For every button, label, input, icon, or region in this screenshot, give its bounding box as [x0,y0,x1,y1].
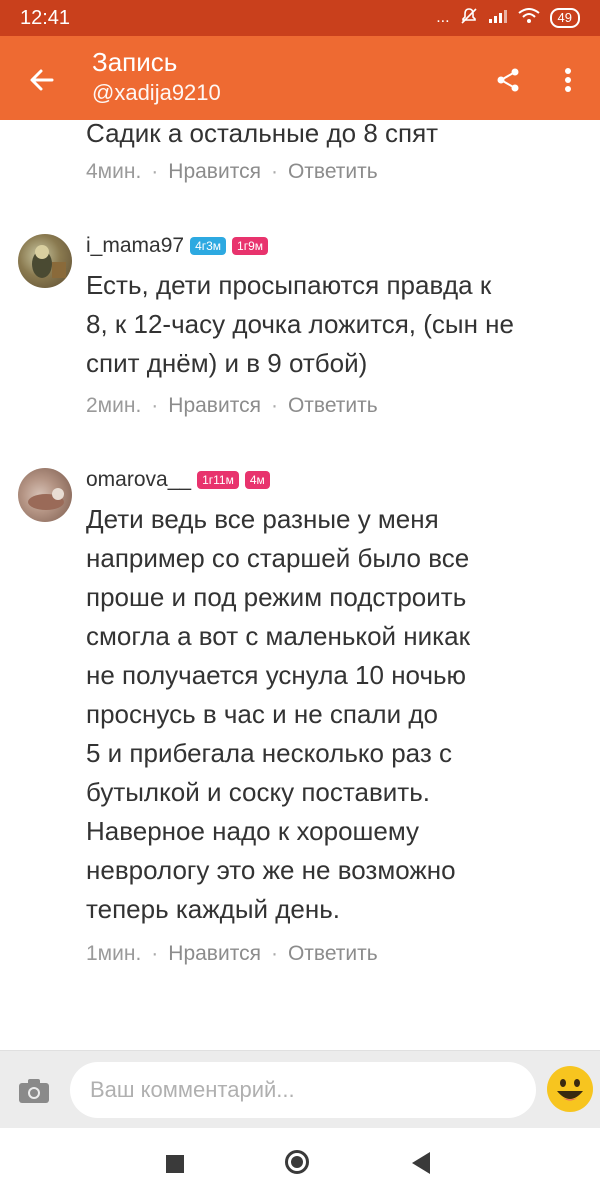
comment-meta: 4мин. · Нравится · Ответить [86,160,378,184]
comment-line: Наверное надо к хорошему [86,816,420,846]
comment-meta: 1мин. · Нравится · Ответить [86,942,378,966]
avatar[interactable] [18,234,72,288]
system-back-button[interactable] [412,1152,430,1174]
reply-button[interactable]: Ответить [288,942,378,966]
more-vertical-icon [565,68,571,92]
battery-indicator: 49 [549,8,580,28]
page-title: Запись [92,47,178,77]
comment-line: неврологу это же не возможно [86,855,456,885]
home-button[interactable] [285,1150,309,1174]
comment-line: например со старшей было все [86,543,470,573]
wifi-icon [517,7,540,29]
like-button[interactable]: Нравится [168,942,261,966]
comment-text: Дети ведь все разные у меня например со … [86,500,576,929]
comment-line: Есть, дети просыпаются правда к [86,270,492,300]
like-button[interactable]: Нравится [168,394,261,418]
separator: · [151,394,159,417]
attach-photo-button[interactable] [14,1071,54,1111]
comment-text-partial: Садик а остальные до 8 спят [86,120,439,148]
child-age-badge: 4г3м [190,237,227,255]
comment-time: 2мин. [86,394,142,417]
child-age-badge: 1г9м [232,237,269,255]
more-options-button[interactable] [552,60,584,100]
child-age-badge: 4м [244,471,270,489]
author-handle: @xadija9210 [92,80,221,105]
comment-input-bar [0,1050,600,1128]
comment-line: 5 и прибегала несколько раз с [86,738,452,768]
title-block: Запись @xadija9210 [92,46,221,108]
child-age-badge: 1г11м [197,471,239,489]
back-button[interactable] [22,60,62,100]
status-dots: ... [436,9,450,26]
separator: · [270,394,278,417]
avatar[interactable] [18,468,72,522]
share-icon [497,68,519,92]
status-time: 12:41 [20,6,71,29]
comment-time: 1мин. [86,942,142,965]
like-button[interactable]: Нравится [168,160,261,184]
comment-line: спит днём) и в 9 отбой) [86,348,368,378]
camera-icon [19,1079,49,1103]
mute-icon [460,7,478,30]
smile-emoji-icon [547,1066,593,1112]
comment-input[interactable] [70,1062,536,1118]
comments-list[interactable]: Садик а остальные до 8 спят 4мин. · Нрав… [0,120,600,1050]
comment-text: Есть, дети просыпаются правда к 8, к 12-… [86,266,576,383]
comment-line: смогла а вот с маленькой никак [86,621,470,651]
signal-icon [488,8,508,29]
comment-line: проснусь в час и не спали до [86,699,438,729]
app-bar: Запись @xadija9210 [0,36,600,120]
home-icon [291,1156,303,1168]
separator: · [151,160,159,183]
emoji-button[interactable] [546,1065,594,1113]
recent-apps-button[interactable] [166,1155,184,1173]
comment-author-row: i_mama97 4г3м 1г9м [86,234,269,258]
comment-time: 4мин. [86,160,142,183]
comment-line: теперь каждый день. [86,894,341,924]
comment-line: 8, к 12-часу дочка ложится, (сын не [86,309,514,339]
comment-line: не получается уснула 10 ночью [86,660,467,690]
comment-author[interactable]: i_mama97 [86,234,184,258]
comment-author-row: omarova__ 1г11м 4м [86,468,270,492]
comment-line: Дети ведь все разные у меня [86,504,439,534]
comment-meta: 2мин. · Нравится · Ответить [86,394,378,418]
comment-author[interactable]: omarova__ [86,468,191,492]
comment-line: бутылкой и соску поставить. [86,777,430,807]
share-button[interactable] [490,60,526,100]
comment-line: проше и под режим подстроить [86,582,467,612]
reply-button[interactable]: Ответить [288,394,378,418]
reply-button[interactable]: Ответить [288,160,378,184]
status-bar: 12:41 ... 49 [0,0,600,36]
separator: · [151,942,159,965]
arrow-left-icon [30,69,54,91]
system-nav-bar [0,1128,600,1199]
status-icons: ... 49 [436,7,580,30]
separator: · [270,160,278,183]
separator: · [270,942,278,965]
